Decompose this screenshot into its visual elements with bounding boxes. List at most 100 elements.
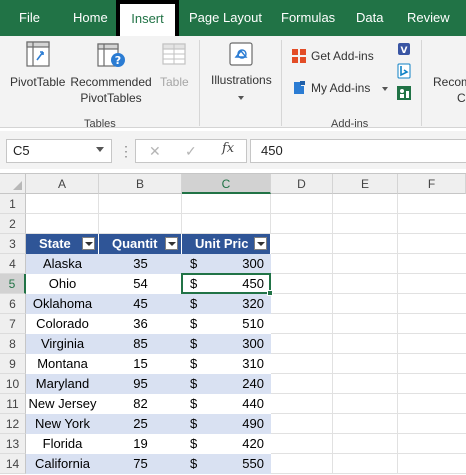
select-all-icon — [13, 181, 22, 190]
worksheet-grid[interactable]: ABCDEF 1 2 3 4 5 6 7 8 9 10 11 12 13 14 State Quantit U… — [0, 173, 466, 475]
cell-state[interactable]: Alaska — [26, 254, 99, 274]
addins-group-label: Add-ins — [331, 118, 369, 130]
illustrations-button[interactable]: Illustrations — [206, 40, 276, 102]
tab-page-layout[interactable]: Page Layout — [189, 0, 262, 36]
filter-dropdown-button[interactable] — [165, 237, 178, 250]
pivottable-button[interactable]: PivotTable — [6, 40, 70, 90]
table-button[interactable]: Table — [156, 40, 192, 90]
row-header-4[interactable]: 4 — [0, 254, 26, 274]
insert-function-button[interactable]: fx — [222, 141, 234, 156]
row-header-1[interactable]: 1 — [0, 194, 26, 214]
cell-quantity[interactable]: 25 — [99, 414, 182, 434]
formula-bar-grip-icon[interactable]: ⋮ — [119, 144, 133, 158]
select-all-button[interactable] — [0, 174, 26, 194]
row-header-3[interactable]: 3 — [0, 234, 26, 254]
cell-unit-price[interactable]: 320 — [182, 294, 264, 314]
cell-unit-price[interactable]: 550 — [182, 454, 264, 474]
column-header-c[interactable]: C — [182, 174, 271, 194]
gridline-vertical — [397, 194, 398, 474]
row-header-8[interactable]: 8 — [0, 334, 26, 354]
enter-icon[interactable]: ✓ — [185, 142, 197, 160]
row-header-11[interactable]: 11 — [0, 394, 26, 414]
ribbon-separator — [281, 40, 282, 126]
recommended-pivottables-icon: ? — [97, 43, 125, 67]
cell-state[interactable]: Ohio — [26, 274, 99, 294]
row-header-5[interactable]: 5 — [0, 274, 26, 294]
table-icon — [162, 43, 186, 65]
row-header-6[interactable]: 6 — [0, 294, 26, 314]
column-header-e[interactable]: E — [333, 174, 398, 194]
active-cell-border — [181, 273, 271, 294]
filter-dropdown-button[interactable] — [254, 237, 267, 250]
column-header-a[interactable]: A — [26, 174, 99, 194]
cell-quantity[interactable]: 95 — [99, 374, 182, 394]
cell-quantity[interactable]: 54 — [99, 274, 182, 294]
cell-state[interactable]: Colorado — [26, 314, 99, 334]
my-addins-button[interactable]: My Add-ins — [289, 78, 391, 98]
cell-unit-price[interactable]: 300 — [182, 334, 264, 354]
row-header-14[interactable]: 14 — [0, 454, 26, 474]
my-addins-icon — [294, 81, 305, 94]
cell-state[interactable]: Oklahoma — [26, 294, 99, 314]
column-header-f[interactable]: F — [398, 174, 466, 194]
row-header-13[interactable]: 13 — [0, 434, 26, 454]
cell-quantity[interactable]: 35 — [99, 254, 182, 274]
pivottable-icon — [26, 41, 50, 67]
cell-quantity[interactable]: 45 — [99, 294, 182, 314]
tab-formulas[interactable]: Formulas — [281, 0, 335, 36]
tab-data[interactable]: Data — [356, 0, 383, 36]
get-addins-label: Get Add-ins — [311, 49, 374, 63]
people-graph-icon[interactable] — [396, 85, 412, 101]
tab-file[interactable]: File — [19, 0, 40, 36]
my-addins-label: My Add-ins — [311, 81, 371, 95]
cell-quantity[interactable]: 36 — [99, 314, 182, 334]
cell-state[interactable]: California — [26, 454, 99, 474]
cell-state[interactable]: New York — [26, 414, 99, 434]
cancel-icon[interactable]: ✕ — [149, 142, 161, 160]
row-header-7[interactable]: 7 — [0, 314, 26, 334]
row-header-10[interactable]: 10 — [0, 374, 26, 394]
bing-icon[interactable] — [396, 63, 412, 79]
row-header-9[interactable]: 9 — [0, 354, 26, 374]
cell-quantity[interactable]: 82 — [99, 394, 182, 414]
tables-group-label: Tables — [84, 118, 116, 130]
cell-unit-price[interactable]: 490 — [182, 414, 264, 434]
store-icon — [292, 49, 306, 63]
cell-quantity[interactable]: 85 — [99, 334, 182, 354]
cell-unit-price[interactable]: 440 — [182, 394, 264, 414]
cell-state[interactable]: Florida — [26, 434, 99, 454]
cell-quantity[interactable]: 75 — [99, 454, 182, 474]
tab-home[interactable]: Home — [73, 0, 108, 36]
ribbon-tab-bar: File Home Insert Page Layout Formulas Da… — [0, 0, 466, 36]
cell-unit-price[interactable]: 420 — [182, 434, 264, 454]
row-header-2[interactable]: 2 — [0, 214, 26, 234]
cell-quantity[interactable]: 15 — [99, 354, 182, 374]
cell-unit-price[interactable]: 300 — [182, 254, 264, 274]
recommended-pivottables-label-line1: Recommended — [70, 75, 152, 89]
recommended-pivottables-label-line2: PivotTables — [80, 91, 142, 105]
get-addins-button[interactable]: Get Add-ins — [289, 46, 385, 66]
cell-state[interactable]: Montana — [26, 354, 99, 374]
visio-icon[interactable]: V — [396, 41, 412, 57]
recommended-pivottables-button[interactable]: ? Recommended PivotTables — [70, 40, 152, 110]
cell-state[interactable]: New Jersey — [26, 394, 99, 414]
tab-review[interactable]: Review — [407, 0, 450, 36]
my-addins-dropdown-icon — [382, 87, 388, 91]
cell-state[interactable]: Virginia — [26, 334, 99, 354]
tab-insert[interactable]: Insert — [116, 0, 179, 36]
fill-handle[interactable] — [267, 290, 273, 296]
name-box-dropdown-icon[interactable] — [96, 147, 104, 152]
cell-unit-price[interactable]: 310 — [182, 354, 264, 374]
recommended-charts-button[interactable]: Recom C — [428, 40, 466, 106]
filter-dropdown-button[interactable] — [82, 237, 95, 250]
formula-input[interactable]: 450 — [250, 139, 466, 163]
cell-quantity[interactable]: 19 — [99, 434, 182, 454]
cell-unit-price[interactable]: 510 — [182, 314, 264, 334]
formula-buttons: ✕ ✓ fx — [135, 139, 247, 163]
ribbon-separator — [421, 40, 422, 126]
column-header-b[interactable]: B — [99, 174, 182, 194]
cell-unit-price[interactable]: 240 — [182, 374, 264, 394]
row-header-12[interactable]: 12 — [0, 414, 26, 434]
column-header-d[interactable]: D — [271, 174, 333, 194]
cell-state[interactable]: Maryland — [26, 374, 99, 394]
